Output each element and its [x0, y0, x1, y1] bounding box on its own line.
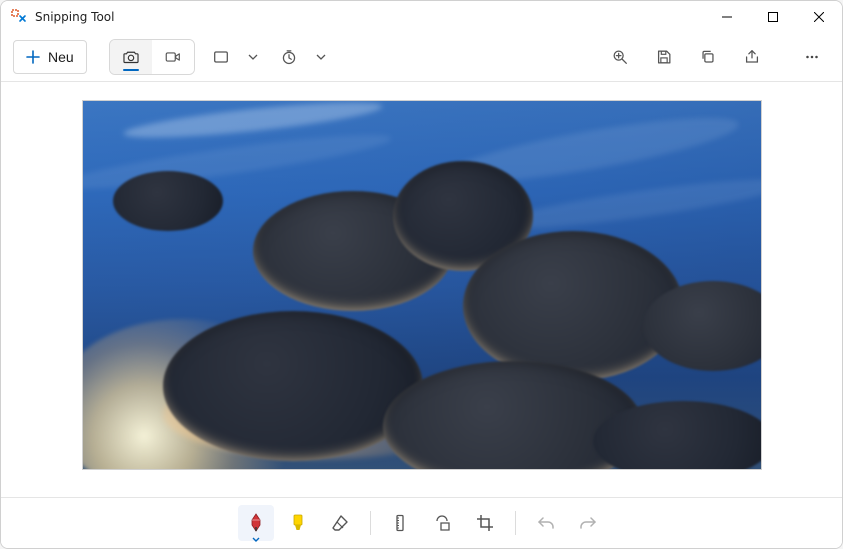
snip-shape-control: [203, 40, 263, 74]
undo-button[interactable]: [528, 505, 564, 541]
share-button[interactable]: [734, 40, 770, 74]
titlebar: Snipping Tool: [1, 1, 842, 33]
separator: [515, 511, 516, 535]
more-icon: [803, 48, 821, 66]
snip-shape-button[interactable]: [203, 40, 239, 74]
shapes-icon: [433, 513, 453, 533]
snip-mode-icon: [212, 48, 230, 66]
toolbar-right: [602, 40, 830, 74]
eraser-icon: [330, 513, 350, 533]
crop-icon: [475, 513, 495, 533]
redo-icon: [578, 513, 598, 533]
copy-icon: [699, 48, 717, 66]
new-button-label: Neu: [48, 49, 74, 65]
ruler-icon: [391, 513, 411, 533]
new-button[interactable]: Neu: [13, 40, 87, 74]
snip-mode-video[interactable]: [152, 40, 194, 74]
app-title: Snipping Tool: [35, 10, 114, 24]
video-icon: [164, 48, 182, 66]
close-icon: [814, 12, 824, 22]
more-button[interactable]: [794, 40, 830, 74]
close-button[interactable]: [796, 1, 842, 33]
canvas-area: [1, 82, 842, 497]
copy-button[interactable]: [690, 40, 726, 74]
window-controls: [704, 1, 842, 33]
title-left: Snipping Tool: [11, 9, 114, 25]
redo-button[interactable]: [570, 505, 606, 541]
capture-mode-group: [109, 39, 195, 75]
crop-tool[interactable]: [467, 505, 503, 541]
maximize-button[interactable]: [750, 1, 796, 33]
shapes-tool[interactable]: [425, 505, 461, 541]
chevron-down-icon: [252, 537, 260, 543]
pen-icon: [247, 513, 265, 533]
chevron-down-icon: [316, 52, 326, 62]
zoom-icon: [611, 48, 629, 66]
maximize-icon: [768, 12, 778, 22]
delay-control: [271, 40, 331, 74]
captured-image[interactable]: [82, 100, 762, 470]
highlighter-tool[interactable]: [280, 505, 316, 541]
minimize-icon: [722, 12, 732, 22]
undo-icon: [536, 513, 556, 533]
toolbar-top: Neu: [1, 33, 842, 82]
share-icon: [743, 48, 761, 66]
snip-shape-dropdown[interactable]: [243, 40, 263, 74]
toolbar-left: Neu: [13, 39, 331, 75]
app-icon: [11, 9, 27, 25]
separator: [370, 511, 371, 535]
toolbar-bottom: [1, 497, 842, 548]
save-button[interactable]: [646, 40, 682, 74]
app-window: Snipping Tool Neu: [0, 0, 843, 549]
plus-icon: [26, 50, 40, 64]
eraser-tool[interactable]: [322, 505, 358, 541]
delay-button[interactable]: [271, 40, 307, 74]
ruler-tool[interactable]: [383, 505, 419, 541]
snip-mode-photo[interactable]: [110, 40, 152, 74]
chevron-down-icon: [248, 52, 258, 62]
highlighter-icon: [289, 513, 307, 533]
pen-tool[interactable]: [238, 505, 274, 541]
save-icon: [655, 48, 673, 66]
delay-icon: [280, 48, 298, 66]
camera-icon: [122, 48, 140, 66]
zoom-button[interactable]: [602, 40, 638, 74]
delay-dropdown[interactable]: [311, 40, 331, 74]
minimize-button[interactable]: [704, 1, 750, 33]
